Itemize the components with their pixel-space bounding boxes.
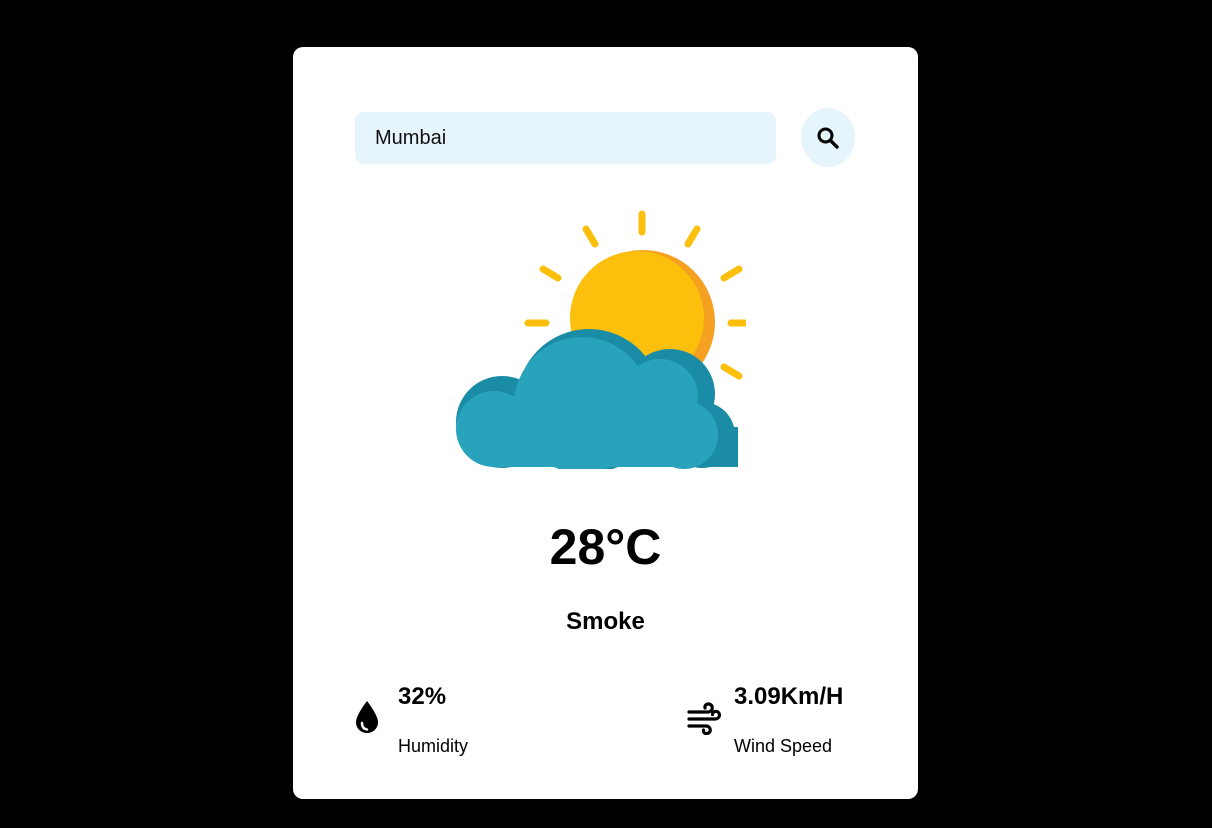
wind-speed-value: 3.09Km/H <box>734 683 844 710</box>
humidity-label: Humidity <box>398 736 469 756</box>
wind-speed-label: Wind Speed <box>734 736 833 756</box>
search-icon <box>817 127 839 149</box>
wind-icon <box>687 702 722 735</box>
water-drop-icon <box>356 701 378 733</box>
weather-condition: Smoke <box>566 608 645 635</box>
sun-behind-cloud-icon <box>456 210 746 469</box>
temperature-value: 28°C <box>549 519 662 575</box>
weather-card: 28°C Smoke 32% Humidity 3.09Km/H Wind Sp… <box>293 47 918 799</box>
city-search-input[interactable] <box>355 112 776 164</box>
search-button[interactable] <box>801 108 855 167</box>
humidity-value: 32% <box>398 683 447 710</box>
